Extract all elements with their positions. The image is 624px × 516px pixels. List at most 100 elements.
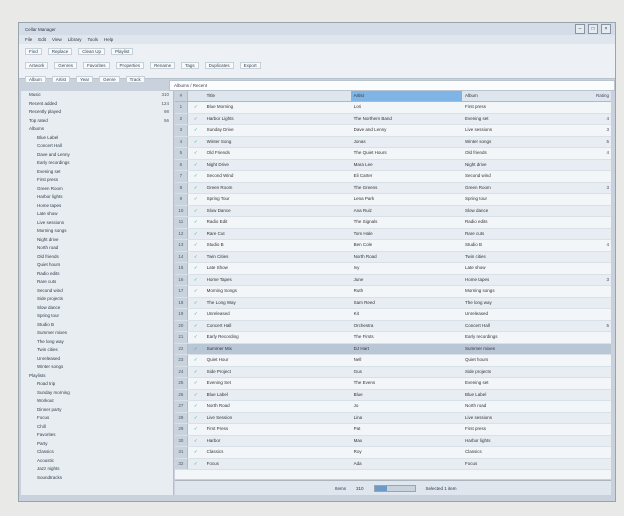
ribbon-button[interactable]: Year (76, 75, 94, 83)
table-row[interactable]: 7 ✓ Second Wind Eli Carter Second wind (175, 171, 611, 183)
tree-item[interactable]: Blue Label (21, 134, 173, 143)
table-row[interactable]: 19 ✓ Unreleased Kit Unreleased (175, 309, 611, 321)
ribbon-button[interactable]: Artist (51, 75, 71, 83)
ribbon-button[interactable]: Favorites (83, 61, 110, 69)
tree-item[interactable]: Quiet hours (21, 261, 173, 270)
tree-item[interactable]: Evening set (21, 168, 173, 177)
table-row[interactable]: 10 ✓ Slow Dance Ana Ruiz Slow dance (175, 205, 611, 217)
tree-item[interactable]: Top rated 56 (21, 117, 173, 126)
tree-item[interactable]: Dinner party (21, 406, 173, 415)
tree-item[interactable]: Unreleased (21, 355, 173, 364)
table-row[interactable]: 27 ✓ North Road Jo North road (175, 401, 611, 413)
table-row[interactable]: 4 ✓ Winter Song Jonas Winter songs 5 (175, 136, 611, 148)
ribbon-button[interactable]: Artwork (25, 61, 49, 69)
menu-item[interactable]: Edit (38, 37, 46, 42)
table-row[interactable]: 14 ✓ Twin Cities North Road Twin cities (175, 251, 611, 263)
ribbon-button[interactable]: Rename (150, 61, 176, 69)
tree-item[interactable]: Winter songs (21, 363, 173, 372)
table-row[interactable]: 9 ✓ Spring Tour Lena Park Spring tour (175, 194, 611, 206)
table-row[interactable]: 11 ✓ Radio Edit The Signals Radio edits (175, 217, 611, 229)
ribbon-button[interactable]: Tags (181, 61, 199, 69)
table-row[interactable]: 32 ✓ Focus Ada Focus (175, 458, 611, 470)
table-row[interactable]: 24 ✓ Side Project Gus Side projects (175, 366, 611, 378)
table-row[interactable]: 18 ✓ The Long Way Sam Reed The long way (175, 297, 611, 309)
tree-item[interactable]: Late show (21, 210, 173, 219)
tree-item[interactable]: Night drive (21, 236, 173, 245)
menu-item[interactable]: Library (68, 37, 82, 42)
tree-item[interactable]: Radio edits (21, 270, 173, 279)
tree-item[interactable]: Home tapes (21, 202, 173, 211)
table-row[interactable]: 17 ✓ Morning Songs Ruth Morning songs (175, 286, 611, 298)
table-row[interactable]: 22 ✓ Summer Mix DJ Hart Summer mixes (175, 343, 611, 355)
ribbon-button[interactable]: Genres (54, 61, 78, 69)
tree-item[interactable]: Recently played 98 (21, 108, 173, 117)
tree-item[interactable]: Slow dance (21, 304, 173, 313)
table-row[interactable]: 20 ✓ Concert Hall Orchestra Concert Hall 5 (175, 320, 611, 332)
col-album[interactable]: Album (462, 91, 591, 101)
col-title[interactable]: Title (204, 91, 351, 101)
tree-item[interactable]: North road (21, 244, 173, 253)
table-row[interactable]: 3 ✓ Sunday Drive Dave and Lenny Live session… (175, 125, 611, 137)
table-row[interactable]: 8 ✓ Green Room The Greens Green Room 3 (175, 182, 611, 194)
tree-item[interactable]: First press (21, 176, 173, 185)
ribbon-button[interactable]: Find (25, 47, 42, 55)
table-row[interactable]: 25 ✓ Evening Set The Evens Evening set (175, 378, 611, 390)
close-icon[interactable]: × (601, 24, 611, 34)
table-row[interactable]: 31 ✓ Classics Roy Classics (175, 447, 611, 459)
table-row[interactable]: 6 ✓ Night Drive Mara Lee Night drive (175, 159, 611, 171)
ribbon-button[interactable]: Track (125, 75, 145, 83)
tree-item[interactable]: Classics (21, 448, 173, 457)
tree-item[interactable]: Focus (21, 414, 173, 423)
tree-item[interactable]: Dave and Lenny (21, 151, 173, 160)
tree-item[interactable]: Twin cities (21, 346, 173, 355)
col-rating[interactable]: Rating (591, 91, 611, 101)
tree-item[interactable]: Live sessions (21, 219, 173, 228)
tree-item[interactable]: Early recordings (21, 159, 173, 168)
tree-item[interactable]: The long way (21, 338, 173, 347)
tree-item[interactable]: Concert Hall (21, 142, 173, 151)
ribbon-button[interactable]: Clean Up (78, 47, 106, 55)
table-row[interactable]: 29 ✓ First Press Pat First press (175, 424, 611, 436)
menu-item[interactable]: File (25, 37, 32, 42)
table-row[interactable]: 26 ✓ Blue Label Blue Blue Label (175, 389, 611, 401)
address-bar[interactable]: Albums / Recent (169, 80, 615, 91)
tree-item[interactable]: Old friends (21, 253, 173, 262)
maximize-icon[interactable]: □ (588, 24, 598, 34)
ribbon-button[interactable]: Replace (47, 47, 73, 55)
tree-item[interactable]: Rare cuts (21, 278, 173, 287)
tree-item[interactable]: Soundtracks (21, 474, 173, 483)
table-row[interactable]: 12 ✓ Rare Cut Tom Hale Rare cuts (175, 228, 611, 240)
col-artist[interactable]: Artist (350, 91, 463, 101)
menu-item[interactable]: Help (104, 37, 113, 42)
tree-item[interactable]: Second wind (21, 287, 173, 296)
ribbon-button[interactable]: Duplicates (204, 61, 234, 69)
tree-item[interactable]: Sunday morning (21, 389, 173, 398)
ribbon-button[interactable]: Album (25, 75, 46, 83)
tree-item[interactable]: Chill (21, 423, 173, 432)
table-row[interactable]: 16 ✓ Home Tapes June Home tapes 3 (175, 274, 611, 286)
tree-item[interactable]: Playlists (21, 372, 173, 381)
menu-item[interactable]: View (52, 37, 62, 42)
table-row[interactable]: 28 ✓ Live Session Lina Live sessions (175, 412, 611, 424)
tree-item[interactable]: Favorites (21, 431, 173, 440)
tree-item[interactable]: Harbor lights (21, 193, 173, 202)
table-row[interactable]: 5 ✓ Old Friends The Quiet Hours Old friends 4 (175, 148, 611, 160)
table-row[interactable]: 23 ✓ Quiet Hour Nell Quiet hours (175, 355, 611, 367)
ribbon-button[interactable]: Properties (115, 61, 145, 69)
table-row[interactable]: 13 ✓ Studio B Ben Cole Studio B 4 (175, 240, 611, 252)
ribbon-button[interactable]: Export (239, 61, 261, 69)
tree-item[interactable]: Summer mixes (21, 329, 173, 338)
table-row[interactable]: 21 ✓ Early Recording The Firsts Early record… (175, 332, 611, 344)
ribbon-button[interactable]: Playlist (111, 47, 134, 55)
tree-item[interactable]: Jazz nights (21, 465, 173, 474)
col-num[interactable]: # (175, 91, 188, 101)
tree-item[interactable]: Green Room (21, 185, 173, 194)
table-row[interactable]: 15 ✓ Late Show Ivy Late show (175, 263, 611, 275)
tree-item[interactable]: Party (21, 440, 173, 449)
table-row[interactable]: 2 ✓ Harbor Lights The Northern Band Evening … (175, 113, 611, 125)
table-row[interactable]: 1 ✓ Blue Morning Lori First press (175, 102, 611, 114)
menu-item[interactable]: Tools (87, 37, 98, 42)
tree-item[interactable]: Morning songs (21, 227, 173, 236)
table-row[interactable]: 30 ✓ Harbor Max Harbor lights (175, 435, 611, 447)
tree-item[interactable]: Acoustic (21, 457, 173, 466)
